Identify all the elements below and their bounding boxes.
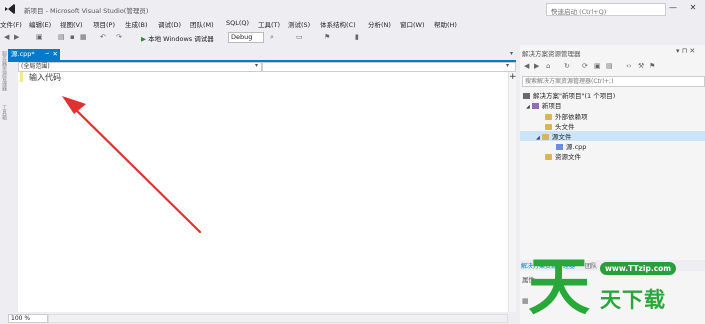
play-icon: ▶ xyxy=(141,35,146,43)
menu-architecture[interactable]: 体系结构(C) xyxy=(320,19,356,29)
document-tab-label: 源.cpp* xyxy=(11,50,35,58)
menu-sql[interactable]: SQL(Q) xyxy=(226,19,249,27)
change-marker xyxy=(20,72,23,82)
menu-test[interactable]: 测试(S) xyxy=(288,19,310,29)
code-line[interactable]: 输入代码 xyxy=(29,72,61,83)
tree-item-source-cpp[interactable]: 源.cpp xyxy=(556,141,586,151)
tree-item-label: 源文件 xyxy=(551,133,572,141)
redo-icon[interactable]: ↷ xyxy=(116,33,122,41)
watermark-text: 天下载 xyxy=(600,288,666,312)
tree-item-external-deps[interactable]: 外部依赖项 xyxy=(545,111,588,121)
tree-item-resource-files[interactable]: 资源文件 xyxy=(545,151,581,161)
tree-item-source-files[interactable]: ◢ 源文件 xyxy=(536,131,571,141)
standard-toolbar: ◀ ▶ ▣ ▤ ▪ ▦ ↶ ↷ ▶ 本地 Windows 调试器 Debug ⌕… xyxy=(0,30,520,45)
expand-icon[interactable]: ◢ xyxy=(526,104,530,110)
close-tab-icon[interactable]: ✕ xyxy=(53,49,58,60)
member-navigation-select[interactable] xyxy=(262,62,516,72)
split-editor-icon[interactable]: + xyxy=(509,72,517,82)
close-button[interactable]: ✕ xyxy=(686,3,700,15)
left-tool-strip: 服务器资源管理器 工具箱 xyxy=(0,45,8,315)
cpp-file-icon xyxy=(556,144,563,150)
tree-item-header-files[interactable]: 头文件 xyxy=(545,121,575,131)
solution-explorer-toolbar: ◀ ▶ ⌂ ↻ ⟳ ▣ ▤ ‹› ⚒ ⚑ xyxy=(522,60,705,74)
new-project-icon[interactable]: ▣ xyxy=(36,33,43,41)
solution-icon xyxy=(523,93,530,99)
tree-item-label: 源.cpp xyxy=(566,143,587,151)
editor-vertical-scrollbar[interactable] xyxy=(508,72,516,312)
menu-help[interactable]: 帮助(H) xyxy=(434,19,457,29)
menu-tools[interactable]: 工具(T) xyxy=(258,19,280,29)
panel-options-icons[interactable]: ▾ ⊓ ✕ xyxy=(676,47,695,55)
folder-icon xyxy=(545,114,552,120)
tree-item-solution[interactable]: 解决方案"新项目"(1 个项目) xyxy=(523,90,615,100)
chevron-down-icon[interactable]: ▾ xyxy=(255,62,258,69)
preview-icon[interactable]: ⚑ xyxy=(649,62,655,70)
minimize-button[interactable]: — xyxy=(666,3,680,15)
project-icon xyxy=(531,103,539,109)
watermark-url: www.TTzip.com xyxy=(600,262,677,275)
zoom-level-select[interactable]: 100 % xyxy=(8,314,48,323)
tree-item-label: 资源文件 xyxy=(555,153,581,161)
tree-item-label: 外部依赖项 xyxy=(555,113,588,121)
tree-item-label: 新项目 xyxy=(541,102,562,110)
folder-icon xyxy=(545,154,552,160)
window-title: 新项目 - Microsoft Visual Studio(管理员) xyxy=(24,7,149,15)
menu-analyze[interactable]: 分析(N) xyxy=(368,19,391,29)
save-icon[interactable]: ▪ xyxy=(70,33,75,41)
back-icon[interactable]: ◀ xyxy=(4,33,9,41)
scope-navigation-select[interactable]: (全局范围) xyxy=(18,62,262,72)
editor-horizontal-scrollbar[interactable] xyxy=(48,314,508,323)
home-icon[interactable]: ⌂ xyxy=(546,62,550,70)
menu-edit[interactable]: 编辑(E) xyxy=(29,19,51,29)
open-file-icon[interactable]: ▤ xyxy=(58,33,65,41)
collapse-all-icon[interactable]: ▣ xyxy=(594,62,601,70)
refresh-icon[interactable]: ⟳ xyxy=(582,62,588,70)
expand-icon[interactable]: ◢ xyxy=(536,135,540,141)
menu-view[interactable]: 视图(V) xyxy=(60,19,83,29)
start-debugging-button[interactable]: ▶ 本地 Windows 调试器 xyxy=(141,33,214,43)
solution-configuration-select[interactable]: Debug xyxy=(228,32,264,43)
save-all-icon[interactable]: ▦ xyxy=(80,33,87,41)
view-code-icon[interactable]: ‹› xyxy=(626,62,632,70)
menu-bar: 文件(F) 编辑(E) 视图(V) 项目(P) 生成(B) 调试(D) 团队(M… xyxy=(0,18,520,30)
visual-studio-logo-icon xyxy=(5,4,15,14)
watermark-logo-glyph: 天 xyxy=(528,250,591,323)
site-watermark: 天 www.TTzip.com 天下载 xyxy=(528,250,705,324)
show-all-files-icon[interactable]: ▤ xyxy=(606,62,613,70)
tree-item-label: 头文件 xyxy=(555,123,575,131)
comment-icon[interactable]: ▮ xyxy=(355,33,359,41)
forward-icon[interactable]: ▶ xyxy=(534,62,539,70)
toolbox-tab[interactable]: 工具箱 xyxy=(1,105,8,120)
solution-search-input[interactable]: 搜索解决方案资源管理器(Ctrl+;) xyxy=(522,76,705,87)
start-debugging-label: 本地 Windows 调试器 xyxy=(148,35,214,43)
chevron-down-icon[interactable]: ▾ xyxy=(506,62,509,69)
menu-project[interactable]: 项目(P) xyxy=(93,19,115,29)
search-icon[interactable]: ⌕ xyxy=(551,6,661,15)
sync-icon[interactable]: ↻ xyxy=(564,62,570,70)
back-icon[interactable]: ◀ xyxy=(524,62,529,70)
find-icon[interactable]: ⌕ xyxy=(270,33,274,42)
folder-icon xyxy=(541,134,549,140)
menu-build[interactable]: 生成(B) xyxy=(125,19,148,29)
folder-icon xyxy=(545,124,552,130)
forward-icon[interactable]: ▶ xyxy=(14,33,19,41)
bookmark-icon[interactable]: ⚑ xyxy=(324,33,330,41)
pin-icon[interactable]: ⊸ xyxy=(45,49,49,60)
undo-icon[interactable]: ↶ xyxy=(100,33,106,41)
properties-wrench-icon[interactable]: ⚒ xyxy=(638,62,644,70)
quick-launch-input[interactable]: 快速启动 (Ctrl+Q) ⌕ xyxy=(546,3,666,16)
menu-window[interactable]: 窗口(W) xyxy=(400,19,425,29)
solution-explorer-title: 解决方案资源管理器 xyxy=(522,50,581,58)
code-editor[interactable] xyxy=(18,72,516,312)
server-explorer-tab[interactable]: 服务器资源管理器 xyxy=(1,51,8,91)
menu-team[interactable]: 团队(M) xyxy=(190,19,214,29)
menu-debug[interactable]: 调试(D) xyxy=(158,19,181,29)
tree-item-project[interactable]: ◢ 新项目 xyxy=(526,100,561,110)
format-icon[interactable]: ▭ xyxy=(296,33,303,41)
tree-item-label: 解决方案"新项目"(1 个项目) xyxy=(533,92,616,100)
document-tab-source-cpp[interactable]: 源.cpp* ⊸ ✕ xyxy=(8,49,60,60)
document-list-dropdown-icon[interactable]: ▾ xyxy=(510,50,513,57)
menu-file[interactable]: 文件(F) xyxy=(0,19,22,29)
